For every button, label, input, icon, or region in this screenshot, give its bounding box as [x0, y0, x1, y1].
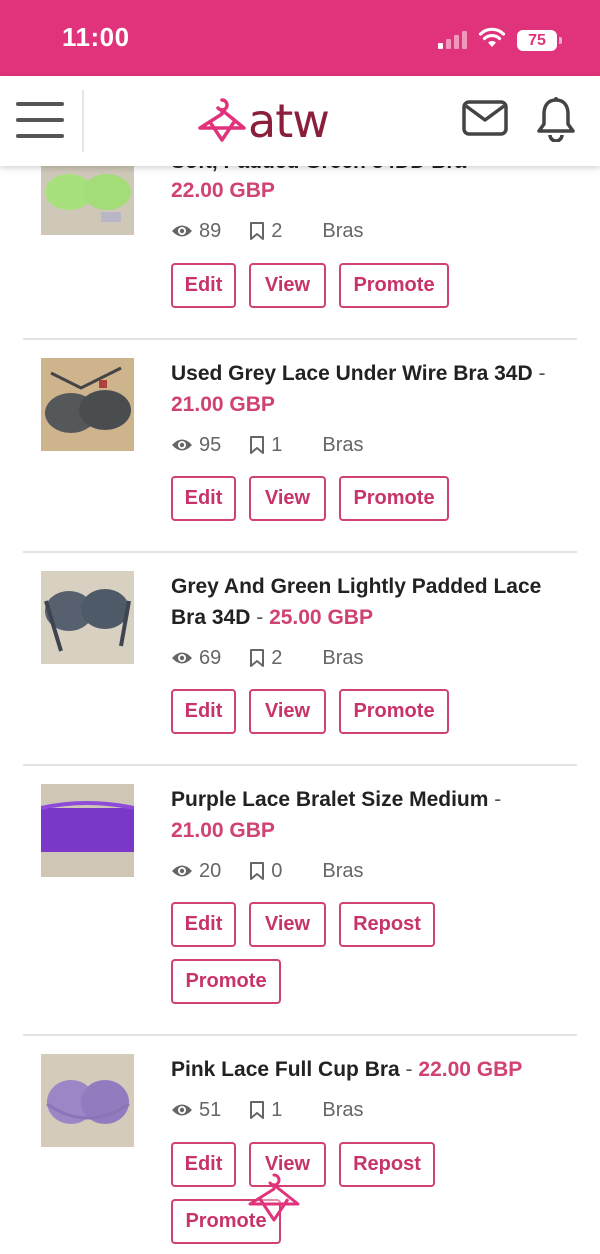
promote-button[interactable]: Promote	[339, 689, 449, 734]
list-divider	[23, 338, 577, 340]
save-count: 1	[271, 1098, 283, 1121]
listing-category[interactable]: Bras	[322, 647, 363, 670]
bookmark-icon	[250, 862, 265, 880]
save-count: 0	[271, 859, 283, 882]
bookmark-icon	[250, 222, 265, 240]
listing-price: 22.00 GBP	[171, 179, 275, 202]
listing-price: 21.00 GBP	[171, 393, 275, 416]
repost-button[interactable]: Repost	[339, 902, 435, 947]
listing-category[interactable]: Bras	[322, 1099, 363, 1122]
promote-button[interactable]: Promote	[171, 959, 281, 1004]
listing-thumbnail[interactable]	[41, 1054, 134, 1147]
list-divider	[23, 764, 577, 766]
listing-price: 21.00 GBP	[171, 819, 275, 842]
listing-stats: 20 0 Bras	[171, 858, 364, 884]
status-time: 11:00	[62, 22, 130, 52]
wifi-icon	[478, 27, 506, 47]
listing-title[interactable]: Purple Lace Bralet Size Medium - 21.00 G…	[171, 784, 551, 846]
view-count: 95	[199, 433, 222, 456]
bookmark-icon	[250, 1101, 265, 1119]
listing-thumbnail[interactable]	[41, 358, 134, 451]
repost-button[interactable]: Repost	[339, 1142, 435, 1187]
eye-icon	[172, 225, 192, 237]
cellular-signal-icon	[438, 31, 470, 49]
listing-stats: 95 1 Bras	[171, 432, 364, 458]
logo-text: atw	[248, 94, 330, 148]
bookmark-icon	[250, 436, 265, 454]
edit-button[interactable]: Edit	[171, 689, 236, 734]
listing-title[interactable]: Pink Lace Full Cup Bra - 22.00 GBP	[171, 1054, 551, 1085]
eye-icon	[172, 439, 192, 451]
hanger-logo-icon	[198, 98, 246, 142]
listing-price: 22.00 GBP	[418, 1058, 523, 1081]
edit-button[interactable]: Edit	[171, 902, 236, 947]
app-header: atw	[0, 76, 600, 166]
promote-button[interactable]: Promote	[339, 263, 449, 308]
status-bar: 11:00 75	[0, 0, 600, 76]
view-count: 51	[199, 1098, 222, 1121]
view-button[interactable]: View	[249, 476, 326, 521]
eye-icon	[172, 652, 192, 664]
listing-stats: 69 2 Bras	[171, 645, 364, 671]
list-divider	[23, 1034, 577, 1036]
bookmark-icon	[250, 649, 265, 667]
listing-category[interactable]: Bras	[322, 860, 363, 883]
edit-button[interactable]: Edit	[171, 263, 236, 308]
listing-stats: 51 1 Bras	[171, 1097, 364, 1123]
header-divider	[82, 90, 84, 152]
save-count: 2	[271, 219, 283, 242]
eye-icon	[172, 865, 192, 877]
listing-stats: 89 2 Bras	[171, 218, 364, 244]
promote-button[interactable]: Promote	[339, 476, 449, 521]
battery-indicator: 75	[517, 30, 562, 51]
eye-icon	[172, 1104, 192, 1116]
save-count: 2	[271, 646, 283, 669]
mail-icon[interactable]	[462, 100, 508, 136]
listing-list: Soft, Padded Green 34DD Bra 22.00 GBP 89…	[0, 166, 600, 1254]
listing-price: 25.00 GBP	[269, 606, 373, 629]
view-button[interactable]: View	[249, 689, 326, 734]
site-logo[interactable]: atw	[196, 92, 366, 150]
view-count: 20	[199, 859, 222, 882]
view-count: 89	[199, 219, 222, 242]
edit-button[interactable]: Edit	[171, 1142, 236, 1187]
listing-title[interactable]: Grey And Green Lightly Padded Lace Bra 3…	[171, 571, 551, 633]
listing-thumbnail[interactable]	[41, 166, 134, 235]
listing-category[interactable]: Bras	[322, 434, 363, 457]
view-button[interactable]: View	[249, 902, 326, 947]
bell-icon[interactable]	[536, 96, 576, 142]
floating-hanger-icon[interactable]	[246, 1172, 302, 1228]
hamburger-menu-icon[interactable]	[16, 100, 66, 140]
view-count: 69	[199, 646, 222, 669]
save-count: 1	[271, 433, 283, 456]
listing-thumbnail[interactable]	[41, 784, 134, 877]
listing-title[interactable]: Used Grey Lace Under Wire Bra 34D - 21.0…	[171, 358, 551, 420]
listing-category[interactable]: Bras	[322, 220, 363, 243]
listing-thumbnail[interactable]	[41, 571, 134, 664]
list-divider	[23, 551, 577, 553]
view-button[interactable]: View	[249, 263, 326, 308]
edit-button[interactable]: Edit	[171, 476, 236, 521]
